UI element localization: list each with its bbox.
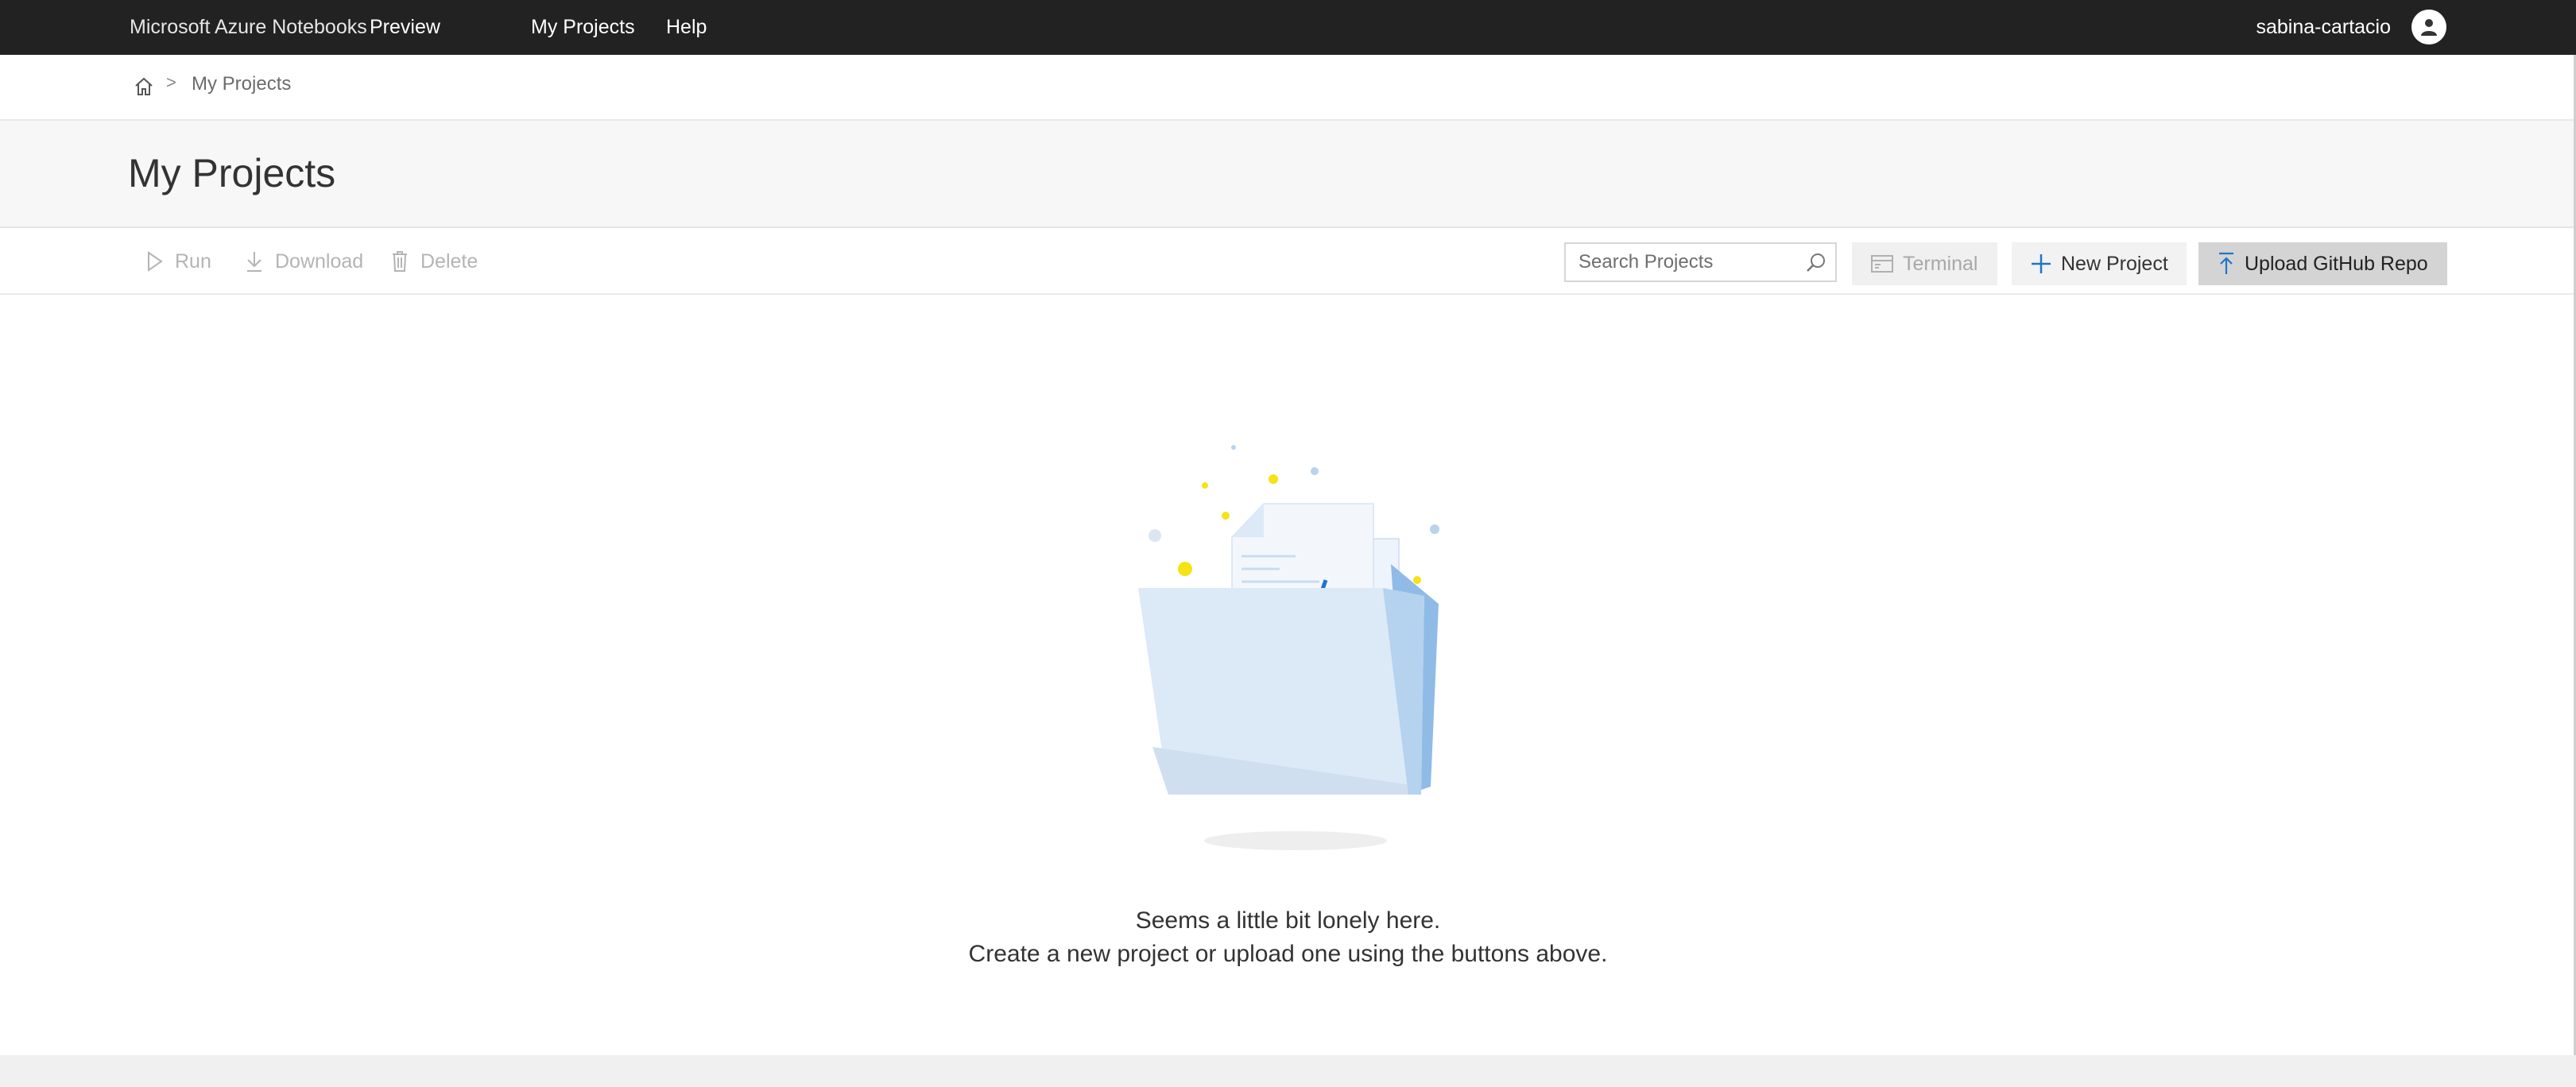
preview-label: Preview [370, 16, 440, 38]
toolbar: Run Download Delete Terminal New Project [0, 228, 2576, 295]
upload-label: Upload GitHub Repo [2245, 252, 2428, 275]
terminal-button[interactable]: Terminal [1852, 242, 1997, 285]
new-project-button[interactable]: New Project [2012, 242, 2187, 285]
search-projects-box [1564, 242, 1837, 282]
terminal-icon [1871, 255, 1893, 273]
plus-icon [2032, 254, 2051, 273]
page-title: My Projects [128, 151, 336, 195]
nav-my-projects[interactable]: My Projects [531, 0, 635, 55]
user-name[interactable]: sabina-cartacio [2256, 0, 2391, 55]
delete-button[interactable]: Delete [390, 228, 478, 295]
download-icon [247, 252, 261, 272]
page-header: My Projects [0, 121, 2576, 228]
footer-strip [0, 1055, 2576, 1087]
empty-state-message: Seems a little bit lonely here. [1135, 907, 1441, 934]
run-button[interactable]: Run [146, 228, 211, 295]
breadcrumb: > My Projects [0, 55, 2576, 121]
delete-label: Delete [420, 250, 478, 273]
run-label: Run [175, 250, 211, 273]
empty-folder-illustration [1138, 445, 1439, 850]
upload-github-repo-button[interactable]: Upload GitHub Repo [2198, 242, 2447, 285]
trash-icon [393, 251, 407, 272]
download-button[interactable]: Download [245, 228, 363, 295]
home-icon[interactable] [133, 75, 155, 98]
search-projects-input[interactable] [1566, 244, 1796, 280]
new-project-label: New Project [2061, 252, 2168, 275]
download-label: Download [275, 250, 364, 273]
terminal-label: Terminal [1903, 252, 1978, 275]
breadcrumb-separator: > [166, 72, 176, 92]
top-nav-bar: Microsoft Azure Notebooks Preview My Pro… [0, 0, 2576, 55]
upload-icon [2219, 252, 2233, 274]
play-icon [148, 251, 163, 272]
breadcrumb-current: My Projects [192, 73, 292, 95]
search-icon[interactable] [1805, 252, 1827, 274]
empty-state-hint: Create a new project or upload one using… [968, 941, 1608, 967]
user-avatar-icon[interactable] [2411, 10, 2446, 44]
nav-help[interactable]: Help [666, 0, 707, 55]
brand-name[interactable]: Microsoft Azure Notebooks [130, 0, 367, 55]
